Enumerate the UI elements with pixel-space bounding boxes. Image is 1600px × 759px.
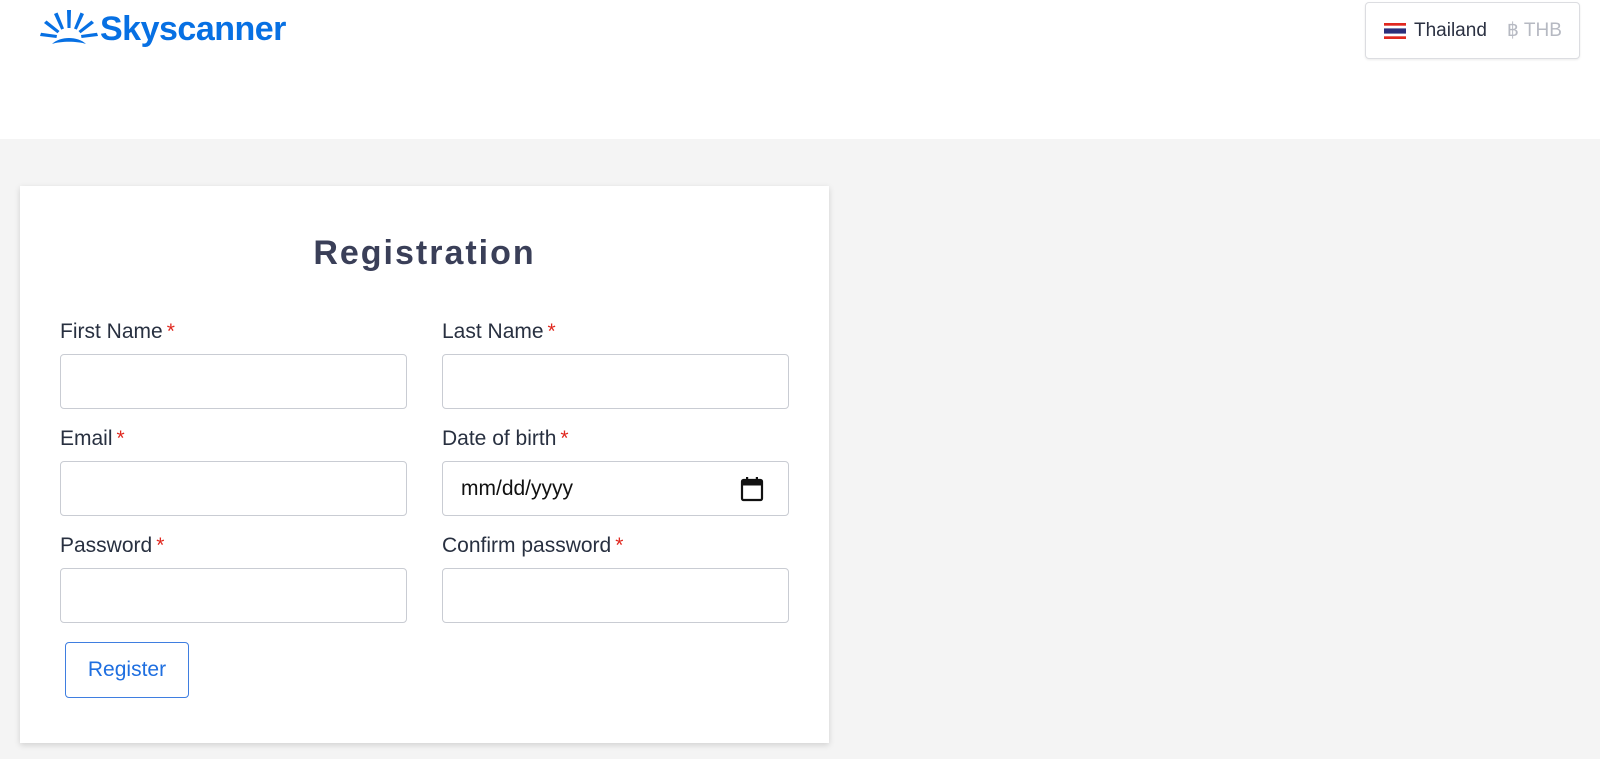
dob-group: Date of birth * mm/dd/yyyy: [442, 426, 789, 516]
first-name-label-text: First Name: [60, 320, 163, 343]
required-asterisk: *: [547, 320, 556, 343]
last-name-label-text: Last Name: [442, 320, 544, 343]
calendar-icon[interactable]: [740, 476, 764, 502]
site-header: Skyscanner Thailand ฿ THB: [0, 0, 1600, 139]
dob-placeholder: mm/dd/yyyy: [461, 476, 574, 500]
last-name-label: Last Name *: [442, 319, 789, 345]
dob-input[interactable]: mm/dd/yyyy: [442, 461, 789, 516]
required-asterisk: *: [156, 534, 165, 557]
email-label-text: Email: [60, 427, 113, 450]
locale-currency: ฿ THB: [1506, 20, 1562, 41]
confirm-password-label-text: Confirm password: [442, 534, 612, 557]
brand-name: Skyscanner: [100, 9, 286, 48]
confirm-password-label: Confirm password *: [442, 533, 789, 559]
confirm-password-group: Confirm password *: [442, 533, 789, 623]
thailand-flag-icon: [1384, 22, 1406, 39]
locale-country: Thailand: [1414, 19, 1487, 41]
last-name-input[interactable]: [442, 354, 789, 409]
first-name-input[interactable]: [60, 354, 407, 409]
registration-card: Registration First Name * Last Name * Emai…: [20, 186, 829, 743]
confirm-password-input[interactable]: [442, 568, 789, 623]
required-asterisk: *: [560, 427, 569, 450]
first-name-label: First Name *: [60, 319, 407, 345]
email-label: Email *: [60, 426, 407, 452]
password-label-text: Password: [60, 534, 153, 557]
password-label: Password *: [60, 533, 407, 559]
password-input[interactable]: [60, 568, 407, 623]
dob-label-text: Date of birth: [442, 427, 557, 450]
sun-logo-icon: [40, 10, 98, 44]
last-name-group: Last Name *: [442, 319, 789, 409]
required-asterisk: *: [615, 534, 624, 557]
first-name-group: First Name *: [60, 319, 407, 409]
dob-label: Date of birth *: [442, 426, 789, 452]
locale-selector-button[interactable]: Thailand ฿ THB: [1365, 2, 1580, 59]
skyscanner-logo[interactable]: Skyscanner: [40, 8, 286, 50]
required-asterisk: *: [116, 427, 125, 450]
password-group: Password *: [60, 533, 407, 623]
register-button[interactable]: Register: [65, 642, 189, 698]
page-title: Registration: [313, 234, 536, 272]
required-asterisk: *: [166, 320, 175, 343]
email-group: Email *: [60, 426, 407, 516]
email-input[interactable]: [60, 461, 407, 516]
